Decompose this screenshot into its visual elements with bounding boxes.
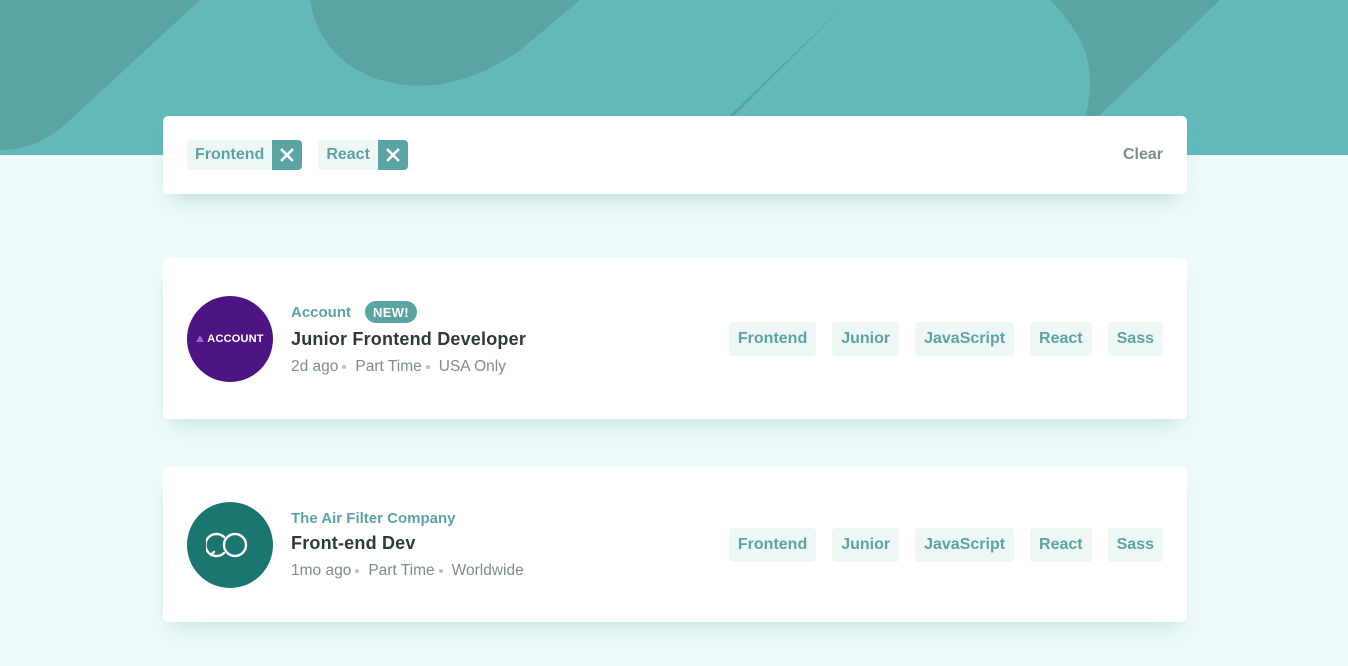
filter-chip-label: React xyxy=(326,146,370,163)
company-logo xyxy=(187,501,273,588)
close-icon xyxy=(280,148,295,162)
triangle-icon xyxy=(196,335,205,342)
tag-button[interactable]: Sass xyxy=(1107,321,1163,356)
position-title[interactable]: Junior Frontend Developer xyxy=(291,329,729,350)
tag-button[interactable]: Frontend xyxy=(728,527,817,562)
separator-dot xyxy=(438,568,443,573)
location: Worldwide xyxy=(451,561,524,579)
company-row: The Air Filter Company xyxy=(291,510,729,527)
tag-button[interactable]: Junior xyxy=(832,527,900,562)
job-meta: 1mo ago Part Time Worldwide xyxy=(291,562,729,580)
tag-button[interactable]: JavaScript xyxy=(915,321,1015,356)
close-icon xyxy=(386,148,400,162)
tag-button[interactable]: React xyxy=(1030,321,1092,356)
remove-filter-button[interactable] xyxy=(377,140,408,170)
tag-button[interactable]: Junior xyxy=(832,321,900,356)
contract-type: Part Time xyxy=(368,561,435,579)
contract-type: Part Time xyxy=(355,358,422,375)
new-badge: NEW! xyxy=(365,301,417,323)
filter-chip-react: React xyxy=(318,140,408,170)
position-title[interactable]: Front-end Dev xyxy=(291,533,729,554)
job-tags: Frontend Junior JavaScript React Sass xyxy=(728,527,1163,562)
filter-chip-frontend: Frontend xyxy=(187,140,303,170)
tag-button[interactable]: React xyxy=(1030,527,1092,562)
interlocking-rings-icon xyxy=(206,532,248,557)
remove-filter-button[interactable] xyxy=(272,140,303,170)
company-name: The Air Filter Company xyxy=(291,509,456,527)
tag-button[interactable]: Frontend xyxy=(728,321,817,356)
company-logo: ACCOUNT xyxy=(187,295,273,382)
logo-wordmark: ACCOUNT xyxy=(196,332,264,345)
job-listing-card: The Air Filter Company Front-end Dev 1mo… xyxy=(163,467,1187,622)
logo-text: ACCOUNT xyxy=(207,332,264,345)
tag-button[interactable]: JavaScript xyxy=(915,527,1015,562)
separator-dot xyxy=(355,568,360,573)
separator-dot xyxy=(425,365,430,369)
posted-at: 2d ago xyxy=(291,358,339,375)
job-meta: 2d ago Part Time USA Only xyxy=(291,358,729,376)
posted-at: 1mo ago xyxy=(291,561,352,579)
tag-button[interactable]: Sass xyxy=(1107,527,1163,562)
filter-bar: Frontend React Clear xyxy=(163,116,1187,194)
job-info: Account NEW! Junior Frontend Developer 2… xyxy=(291,301,729,376)
company-row: Account NEW! xyxy=(291,301,729,323)
separator-dot xyxy=(342,365,347,369)
job-listing-card: ACCOUNT Account NEW! Junior Frontend Dev… xyxy=(163,258,1187,419)
active-filters: Frontend React xyxy=(187,140,1123,170)
filter-chip-label: Frontend xyxy=(195,146,265,163)
job-info: The Air Filter Company Front-end Dev 1mo… xyxy=(291,510,729,580)
job-tags: Frontend Junior JavaScript React Sass xyxy=(728,321,1163,356)
location: USA Only xyxy=(438,358,506,375)
company-name: Account xyxy=(291,303,351,321)
clear-filters-button[interactable]: Clear xyxy=(1123,146,1163,164)
